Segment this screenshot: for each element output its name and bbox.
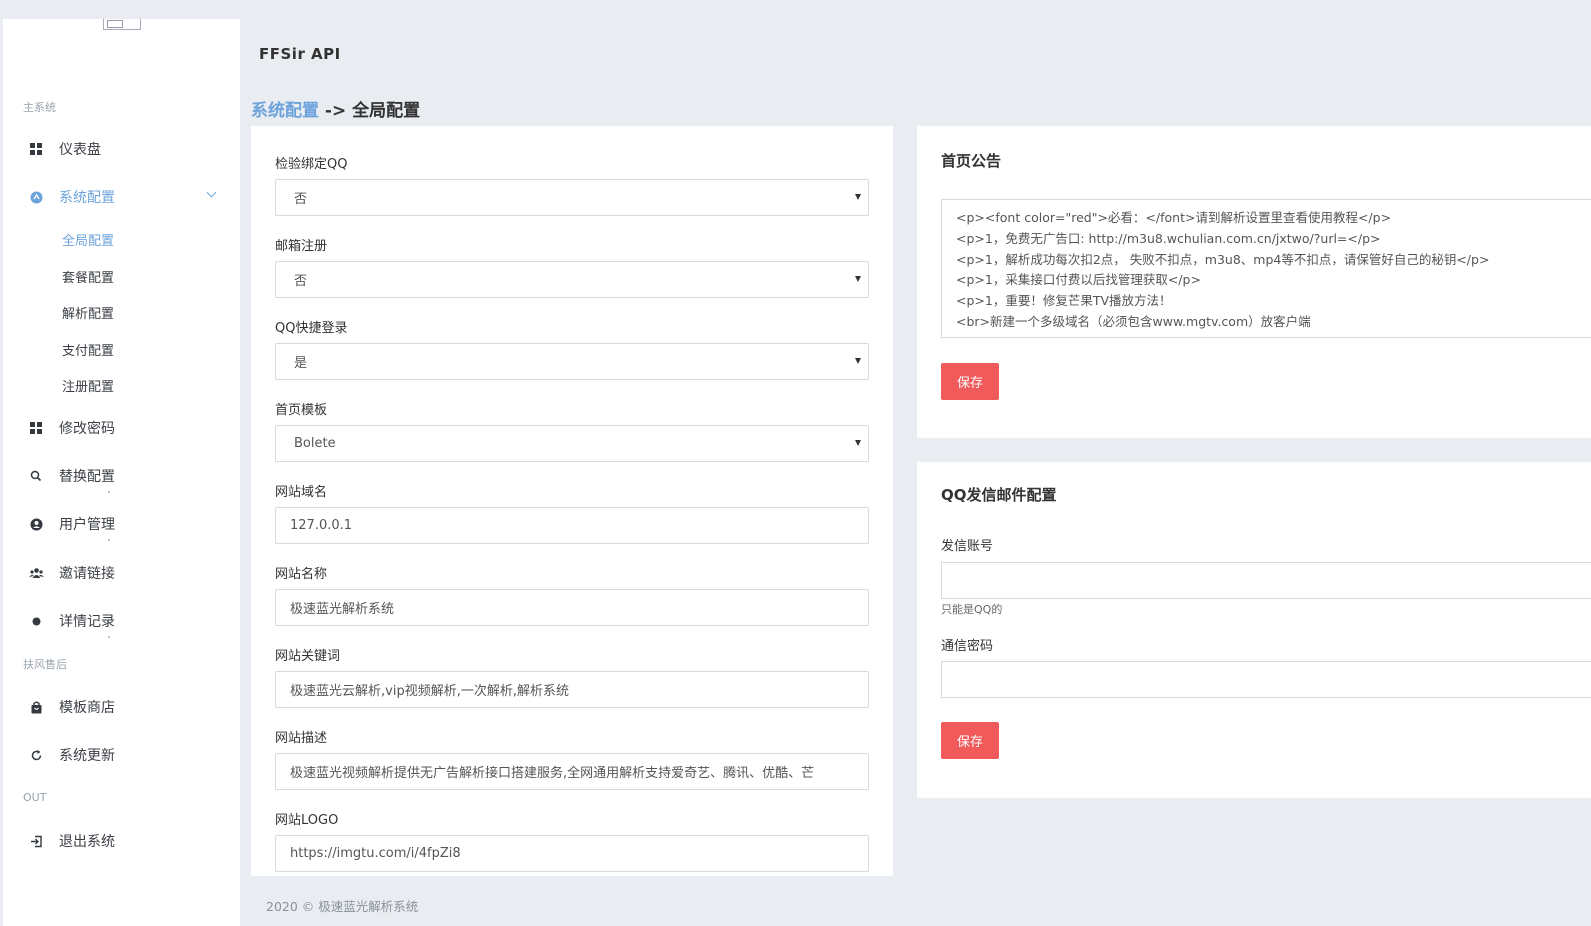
- chevron-down-icon: [206, 187, 217, 198]
- sidebar-item-label: 修改密码: [59, 421, 115, 437]
- select-value: Bolete: [294, 436, 336, 451]
- site-logo-input[interactable]: https://imgtu.com/i/4fpZi8: [275, 835, 869, 872]
- site-keywords-label: 网站关键词: [275, 649, 341, 664]
- sidebar-subitem-package-config[interactable]: 套餐配置: [62, 267, 114, 286]
- caret-down-icon: [855, 194, 861, 200]
- sidebar-item-label: 退出系统: [59, 834, 115, 850]
- notice-line: <p>1，解析成功每次扣2点， 失败不扣点，m3u8、mp4等不扣点，请保管好自…: [956, 251, 1490, 267]
- sidebar-item-invite-link[interactable]: 邀请链接: [3, 558, 240, 588]
- logout-icon: [28, 833, 44, 849]
- dashboard-icon: [28, 420, 44, 436]
- footer-copyright: 2020 © 极速蓝光解析系统: [266, 899, 419, 914]
- user-icon: [28, 516, 44, 532]
- breadcrumb-separator: ->: [324, 101, 347, 121]
- select-value: 是: [294, 356, 308, 371]
- sidebar-item-label: 系统配置: [59, 190, 115, 206]
- shop-icon: [28, 699, 44, 715]
- section-label-main: 主系统: [23, 101, 56, 114]
- sidebar-item-label: 详情记录: [59, 614, 115, 630]
- settings-icon: [28, 189, 44, 205]
- dashboard-icon: [28, 141, 44, 157]
- section-label-after-sales: 扶风售后: [23, 658, 67, 671]
- email-register-select[interactable]: 否: [275, 261, 869, 298]
- site-description-label: 网站描述: [275, 731, 328, 746]
- sender-account-input[interactable]: [941, 562, 1591, 599]
- sidebar-item-change-password[interactable]: 修改密码: [3, 413, 240, 443]
- sidebar-item-label: 模板商店: [59, 700, 115, 716]
- home-notice-card: 首页公告 <p><font color="red">必看：</font>请到解析…: [917, 126, 1591, 438]
- sidebar-item-label: 替换配置: [59, 469, 115, 485]
- breadcrumb-current: 全局配置: [352, 101, 421, 121]
- sidebar-item-template-store[interactable]: 模板商店: [3, 692, 240, 722]
- dot-icon: [28, 613, 44, 629]
- select-value: 否: [294, 192, 308, 207]
- notice-line: <br>新建一个多级域名（必须包含www.mgtv.com）放客户端: [956, 313, 1311, 329]
- qq-bind-label: 检验绑定QQ: [275, 157, 348, 172]
- sidebar-item-logout[interactable]: 退出系统: [3, 826, 240, 856]
- qq-login-label: QQ快捷登录: [275, 321, 348, 336]
- caret-mark: `: [107, 491, 112, 502]
- notice-line: <p><font color="red">必看：</font>请到解析设置里查看…: [956, 210, 1392, 225]
- site-domain-label: 网站域名: [275, 485, 328, 500]
- notice-line: <p>1，重要！修复芒果TV播放方法！: [956, 293, 1172, 309]
- home-notice-textarea[interactable]: <p><font color="red">必看：</font>请到解析设置里查看…: [941, 199, 1591, 338]
- users-icon: [28, 565, 44, 581]
- site-domain-input[interactable]: 127.0.0.1: [275, 507, 869, 544]
- sidebar-subitem-parse-config[interactable]: 解析配置: [62, 303, 114, 322]
- sidebar-item-dashboard[interactable]: 仪表盘: [3, 134, 240, 164]
- site-description-input[interactable]: 极速蓝光视频解析提供无广告解析接口搭建服务,全网通用解析支持爱奇艺、腾讯、优酷、…: [275, 753, 869, 790]
- breadcrumb: 系统配置 -> 全局配置: [251, 96, 420, 121]
- email-register-label: 邮箱注册: [275, 239, 328, 254]
- sidebar-item-replace-config[interactable]: 替换配置: [3, 461, 240, 491]
- sidebar-item-system-update[interactable]: 系统更新: [3, 740, 240, 770]
- section-label-out: OUT: [23, 791, 47, 804]
- site-keywords-input[interactable]: 极速蓝光云解析,vip视频解析,一次解析,解析系统: [275, 671, 869, 708]
- home-template-label: 首页模板: [275, 403, 328, 418]
- notice-line: <p>1，采集接口付费以后找管理获取</p>: [956, 272, 1201, 288]
- refresh-icon: [28, 747, 44, 763]
- qq-login-select[interactable]: 是: [275, 343, 869, 380]
- mail-password-input[interactable]: [941, 661, 1591, 698]
- caret-down-icon: [855, 440, 861, 446]
- notice-line: <p>1，免费无广告口: http://m3u8.wchulian.com.cn…: [956, 230, 1381, 246]
- sidebar: 主系统 仪表盘 系统配置 全局配置 套餐配置 解析配置 支付配置 注册配置 修改…: [3, 19, 240, 926]
- sidebar-item-detail-records[interactable]: 详情记录: [3, 606, 240, 636]
- sidebar-subitem-payment-config[interactable]: 支付配置: [62, 340, 114, 359]
- sidebar-subitem-register-config[interactable]: 注册配置: [62, 376, 114, 395]
- sender-account-label: 发信账号: [941, 539, 994, 554]
- qq-mail-config-card: QQ发信邮件配置 发信账号 只能是QQ的 通信密码 保存: [917, 462, 1591, 798]
- home-template-select[interactable]: Bolete: [275, 425, 869, 462]
- save-mail-button[interactable]: 保存: [941, 722, 999, 759]
- sidebar-item-system-config[interactable]: 系统配置: [3, 182, 240, 212]
- select-value: 否: [294, 274, 308, 289]
- save-notice-button[interactable]: 保存: [941, 363, 999, 400]
- sidebar-item-user-management[interactable]: 用户管理: [3, 509, 240, 539]
- site-name-label: 网站名称: [275, 567, 328, 582]
- caret-mark: `: [107, 539, 112, 550]
- logo-image: [103, 19, 141, 30]
- app-title: FFSir API: [259, 45, 341, 63]
- global-config-form: 检验绑定QQ 否 邮箱注册 否 QQ快捷登录 是 首页模板 Bolete 网站域…: [251, 126, 893, 876]
- sidebar-item-label: 仪表盘: [59, 142, 101, 158]
- site-logo-label: 网站LOGO: [275, 813, 339, 828]
- qq-mail-config-title: QQ发信邮件配置: [941, 486, 1057, 504]
- mail-password-label: 通信密码: [941, 639, 994, 654]
- caret-mark: `: [107, 636, 112, 647]
- caret-down-icon: [855, 276, 861, 282]
- sidebar-subitem-global-config[interactable]: 全局配置: [62, 230, 114, 249]
- site-name-input[interactable]: 极速蓝光解析系统: [275, 589, 869, 626]
- search-icon: [28, 468, 44, 484]
- home-notice-title: 首页公告: [941, 152, 1002, 170]
- sidebar-item-label: 用户管理: [59, 517, 115, 533]
- qq-bind-select[interactable]: 否: [275, 179, 869, 216]
- sidebar-item-label: 系统更新: [59, 748, 115, 764]
- caret-down-icon: [855, 358, 861, 364]
- breadcrumb-parent-link[interactable]: 系统配置: [251, 101, 319, 121]
- sidebar-item-label: 邀请链接: [59, 566, 115, 582]
- sender-account-help: 只能是QQ的: [941, 603, 1003, 616]
